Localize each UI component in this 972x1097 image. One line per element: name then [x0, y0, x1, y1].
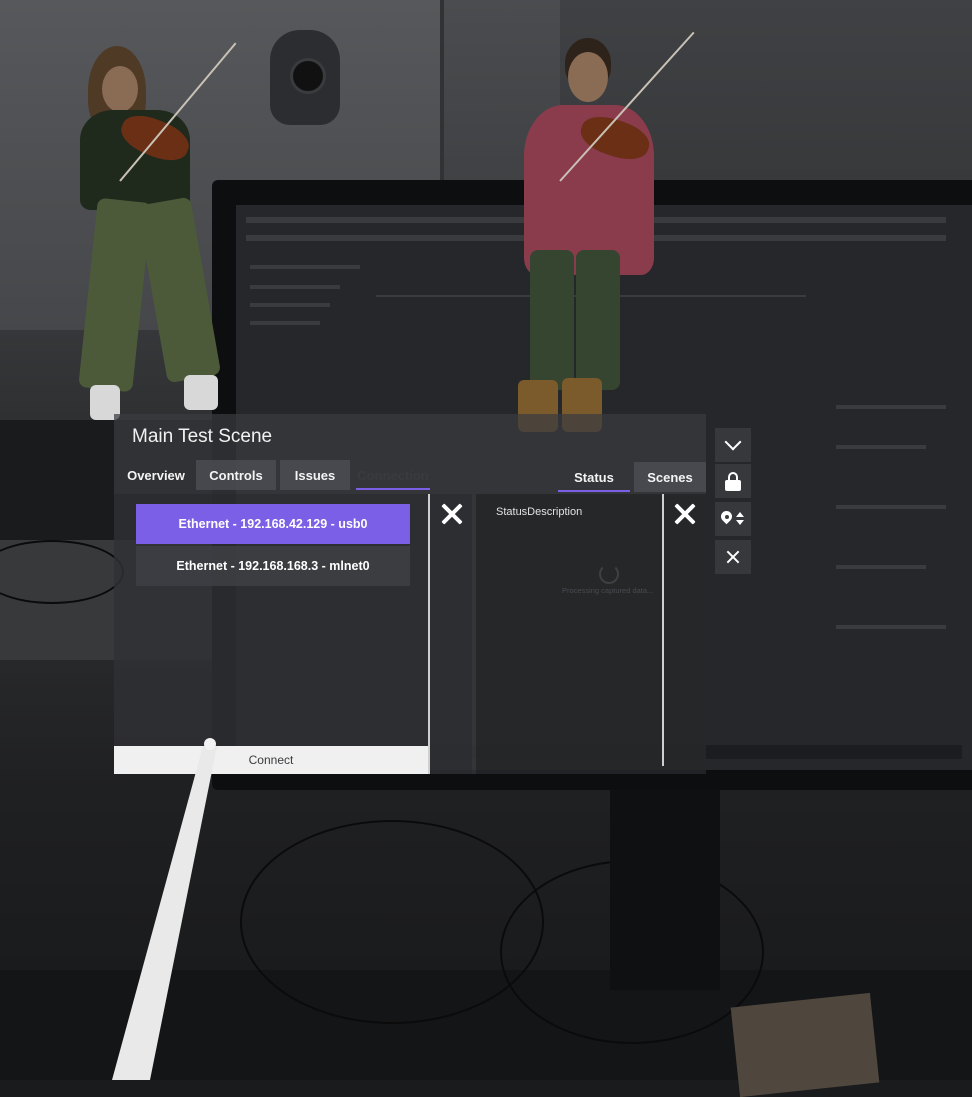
controller-ray — [112, 738, 217, 1080]
